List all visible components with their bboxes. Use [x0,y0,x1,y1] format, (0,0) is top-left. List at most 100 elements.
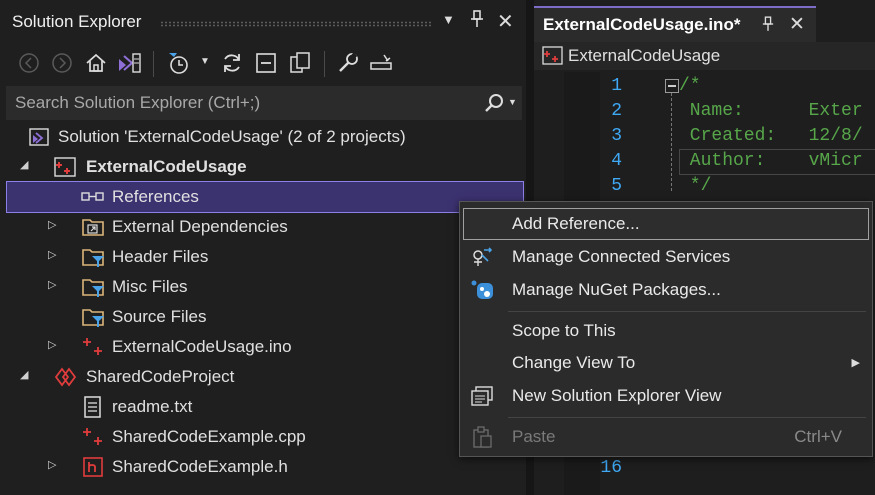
code-line[interactable]: /* [679,76,701,96]
references-icon [81,186,104,208]
paste-icon [470,426,494,448]
submenu-arrow-icon: ▶ [851,357,860,369]
search-options-dropdown-icon[interactable]: ▼ [508,97,517,107]
preview-selected-items-icon[interactable] [368,51,394,75]
line-number: 2 [611,101,622,121]
tree-item-label: SharedCodeExample.cpp [112,427,306,446]
drag-grip[interactable] [160,21,432,27]
line-number: 16 [600,458,622,478]
expand-arrow-icon[interactable]: ▷ [48,338,56,351]
tree-item-references[interactable]: References [6,181,524,213]
tab-externalcodeusage-ino[interactable]: ExternalCodeUsage.ino* ✕ [534,6,816,42]
menu-item-scope-to-this[interactable]: Scope to This [464,316,868,346]
show-all-files-icon[interactable] [288,51,312,75]
tree-item-label: Header Files [112,247,209,266]
properties-wrench-icon[interactable] [336,51,360,75]
home-icon[interactable] [84,51,108,75]
menu-separator [508,417,866,418]
tree-item-sharedcodeexample-h[interactable]: ▷ SharedCodeExample.h [0,452,526,482]
tree-item-label: Misc Files [112,277,188,296]
collapse-region-icon[interactable] [665,79,679,93]
arduino-project-icon [542,45,564,67]
expand-arrow-icon[interactable]: ▷ [48,278,56,291]
menu-item-label: Paste [512,427,556,446]
filter-folder-icon [82,246,104,268]
shared-project-icon [54,366,77,388]
tree-item-project-externalcodeusage[interactable]: ◢ ExternalCodeUsage [0,152,526,182]
context-menu: Add Reference... Manage Connected Servic… [459,201,873,457]
sync-icon[interactable] [220,51,244,75]
tree-item-sharedcodeexample-cpp[interactable]: SharedCodeExample.cpp [0,422,526,452]
menu-separator [508,311,866,312]
menu-item-label: Manage NuGet Packages... [512,280,721,299]
close-tab-icon[interactable]: ✕ [789,13,805,36]
pin-icon[interactable] [762,16,774,32]
tree-item-externalcodeusage-ino[interactable]: ▷ ExternalCodeUsage.ino [0,332,526,362]
window-position-dropdown-icon[interactable]: ▼ [442,12,455,27]
code-line[interactable]: Name: Exter [679,101,863,121]
tree-item-source-files[interactable]: Source Files [0,302,526,332]
solution-explorer-toolbar: ▼ [0,44,526,84]
tree-item-label: readme.txt [112,397,193,416]
menu-item-add-reference[interactable]: Add Reference... [463,208,869,240]
menu-item-manage-nuget-packages[interactable]: Manage NuGet Packages... [464,275,868,305]
tree-item-label: External Dependencies [112,217,288,236]
tree-item-label: SharedCodeProject [86,367,235,386]
expand-arrow-icon[interactable]: ▷ [48,248,56,261]
back-icon[interactable] [18,52,40,74]
code-line[interactable]: Author: vMicr [679,151,863,171]
collapse-arrow-icon[interactable]: ◢ [20,158,28,171]
solution-explorer-panel: Solution Explorer ▼ ✕ ▼ Search Solution … [0,0,526,495]
code-line[interactable]: */ [679,176,712,196]
tree-item-misc-files[interactable]: ▷ Misc Files [0,272,526,302]
search-input[interactable] [7,87,475,119]
expand-arrow-icon[interactable]: ▷ [48,458,56,471]
fold-guide [671,93,673,191]
line-number: 5 [611,176,622,196]
line-number: 3 [611,126,622,146]
pending-changes-filter-icon[interactable] [166,50,192,76]
new-view-icon [470,385,494,407]
filter-dropdown-icon[interactable]: ▼ [200,56,210,67]
filter-folder-icon [82,306,104,328]
solution-icon [28,126,50,148]
code-line[interactable]: Created: 12/8/ [679,126,863,146]
menu-item-label: New Solution Explorer View [512,386,722,405]
tree-item-sharedcodeproject[interactable]: ◢ SharedCodeProject [0,362,526,392]
menu-item-label: Manage Connected Services [512,247,731,266]
menu-item-manage-connected-services[interactable]: Manage Connected Services [464,242,868,272]
tree-item-external-dependencies[interactable]: ▷ External Dependencies [0,212,526,242]
search-box[interactable]: ▼ [6,86,522,120]
solution-explorer-titlebar: Solution Explorer ▼ ✕ [0,0,526,44]
header-file-icon [82,456,104,478]
expand-arrow-icon[interactable]: ▷ [48,218,56,231]
collapse-all-icon[interactable] [254,51,278,75]
tree-item-label: ExternalCodeUsage.ino [112,337,292,356]
tree-item-solution[interactable]: Solution 'ExternalCodeUsage' (2 of 2 pro… [0,122,526,152]
line-number: 1 [611,76,622,96]
tab-label: ExternalCodeUsage.ino* [543,15,741,34]
arduino-project-icon [54,156,76,178]
tree-item-readme[interactable]: readme.txt [0,392,526,422]
ino-file-icon [82,336,104,358]
search-icon[interactable] [483,92,505,114]
tree-item-label: SharedCodeExample.h [112,457,288,476]
line-number: 4 [611,151,622,171]
menu-item-new-solution-explorer-view[interactable]: New Solution Explorer View [464,381,868,411]
forward-icon[interactable] [51,52,73,74]
filter-folder-icon [82,276,104,298]
close-icon[interactable]: ✕ [497,9,514,34]
menu-item-label: Scope to This [512,321,616,340]
navigation-bar[interactable]: ExternalCodeUsage [534,42,875,70]
menu-item-paste[interactable]: Paste Ctrl+V [464,422,868,452]
switch-views-icon[interactable] [116,51,142,75]
text-file-icon [82,396,104,418]
tree-item-label: ExternalCodeUsage [86,157,247,176]
tree-item-label: Solution 'ExternalCodeUsage' (2 of 2 pro… [58,127,406,146]
tree-item-header-files[interactable]: ▷ Header Files [0,242,526,272]
pin-icon[interactable] [470,10,484,28]
menu-item-shortcut: Ctrl+V [794,427,842,446]
menu-item-change-view-to[interactable]: Change View To ▶ [464,348,868,378]
collapse-arrow-icon[interactable]: ◢ [20,368,28,381]
panel-title: Solution Explorer [12,12,142,31]
